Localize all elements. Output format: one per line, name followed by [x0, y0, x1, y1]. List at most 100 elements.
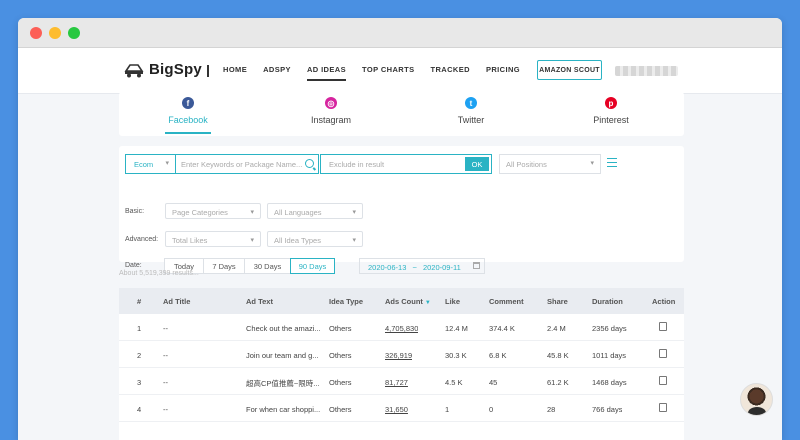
cell-like: 1	[445, 405, 450, 414]
page-categories-select[interactable]: Page Categories ▾	[165, 203, 261, 219]
languages-select[interactable]: All Languages ▾	[267, 203, 363, 219]
amazon-scout-button[interactable]: AMAZON SCOUT	[537, 60, 602, 80]
instagram-icon: ◎	[325, 97, 337, 109]
search-icon[interactable]	[305, 159, 314, 168]
cell-like: 4.5 K	[445, 378, 463, 387]
cell-like: 30.3 K	[445, 351, 467, 360]
cell-like: 12.4 M	[445, 324, 468, 333]
tab-pinterest[interactable]: p Pinterest	[566, 97, 656, 125]
positions-select-value: All Positions	[506, 160, 547, 169]
tab-label: Pinterest	[593, 115, 629, 125]
list-view-icon[interactable]	[607, 158, 617, 167]
advanced-label: Advanced:	[125, 236, 159, 243]
total-likes-select[interactable]: Total Likes ▾	[165, 231, 261, 247]
logo-text: BigSpy	[149, 61, 202, 78]
cell-type: Others	[329, 324, 352, 333]
copy-icon[interactable]	[657, 349, 667, 363]
exclude-placeholder: Exclude in result	[329, 160, 385, 169]
maximize-window-button[interactable]	[68, 27, 80, 39]
ecom-select-value: Ecom	[134, 160, 154, 169]
table-row: 2 -- Join our team and g... Others 326,919 30…	[119, 341, 684, 368]
user-menu[interactable]	[615, 66, 678, 76]
minimize-window-button[interactable]	[49, 27, 61, 39]
exclude-input[interactable]: Exclude in result OK	[320, 154, 492, 174]
tab-label: Facebook	[168, 115, 208, 125]
sort-desc-icon[interactable]: ▼	[425, 300, 431, 306]
nav-divider	[207, 65, 209, 77]
cell-comment: 45	[489, 378, 498, 387]
results-count: About 5,519,399 results...	[119, 270, 199, 277]
chevron-down-icon: ▾	[165, 160, 169, 167]
cell-text: Check out the amazi...	[246, 324, 321, 333]
nav-link-ad-ideas[interactable]: AD IDEAS	[306, 65, 347, 81]
column-header-idea-type: Idea Type	[329, 297, 364, 306]
positions-select[interactable]: All Positions ▾	[499, 154, 601, 174]
date-separator: ~	[412, 263, 417, 272]
cell-count[interactable]: 31,650	[385, 405, 408, 414]
cell-count[interactable]: 81,727	[385, 378, 408, 387]
table-header: # Ad Title Ad Text Idea Type Ads Count ▼ Like C…	[119, 288, 684, 314]
cell-count[interactable]: 326,919	[385, 351, 412, 360]
cell-text: Join our team and g...	[246, 351, 319, 360]
pinterest-icon: p	[605, 97, 617, 109]
cell-share: 61.2 K	[547, 378, 569, 387]
close-window-button[interactable]	[30, 27, 42, 39]
table-row: 1 -- Check out the amazi... Others 4,705,830…	[119, 314, 684, 341]
ecom-select[interactable]: Ecom ▾	[125, 154, 175, 174]
copy-icon[interactable]	[657, 322, 667, 336]
nav-links: HOME ADSPY AD IDEAS TOP CHARTS TRACKED PRICIN…	[223, 65, 536, 81]
cell-comment: 6.8 K	[489, 351, 507, 360]
date-end: 2020-09-11	[422, 263, 461, 272]
top-nav: BigSpy HOME ADSPY AD IDEAS TOP CHARTS TRACKE…	[18, 48, 782, 94]
nav-link-top-charts[interactable]: TOP CHARTS	[362, 65, 414, 74]
cell-title: --	[163, 405, 168, 414]
date-tab-30-days[interactable]: 30 Days	[244, 258, 291, 274]
cell-n: 2	[137, 351, 142, 360]
cell-share: 2.4 M	[547, 324, 566, 333]
cell-duration: 766 days	[592, 405, 623, 414]
nav-link-tracked[interactable]: TRACKED	[430, 65, 469, 74]
keyword-search-input[interactable]: Enter Keywords or Package Name...	[175, 154, 319, 174]
cell-duration: 1011 days	[592, 351, 627, 360]
date-tab-7-days[interactable]: 7 Days	[203, 258, 245, 274]
tab-label: Instagram	[310, 115, 352, 125]
idea-types-select[interactable]: All Idea Types ▾	[267, 231, 363, 247]
cell-n: 3	[137, 378, 142, 387]
column-header-action: Action	[652, 297, 676, 306]
date-tab-90-days[interactable]: 90 Days	[290, 258, 335, 274]
basic-label: Basic:	[125, 208, 145, 215]
cell-count[interactable]: 4,705,830	[385, 324, 418, 333]
column-header-ads-count[interactable]: Ads Count ▼	[385, 297, 431, 306]
column-header-share: Share	[547, 297, 568, 306]
browser-window: BigSpy HOME ADSPY AD IDEAS TOP CHARTS TRACKE…	[18, 18, 782, 440]
copy-icon[interactable]	[657, 403, 667, 417]
nav-link-adspy[interactable]: ADSPY	[263, 65, 291, 74]
platform-tabs: f Facebook ◎ Instagram t Twitter p Pinterest	[119, 92, 684, 136]
column-header-like: Like	[445, 297, 461, 306]
date-start: 2020-06-13	[368, 263, 407, 272]
support-avatar[interactable]	[740, 383, 773, 416]
cell-title: --	[163, 324, 168, 333]
date-range-picker[interactable]: 2020-06-13 ~ 2020-09-11	[359, 258, 485, 274]
tab-label: Twitter	[457, 115, 485, 125]
cell-text: 超高CP值推薦~限時...	[246, 379, 320, 388]
tab-facebook[interactable]: f Facebook	[143, 97, 233, 134]
cell-share: 45.8 K	[547, 351, 569, 360]
chevron-down-icon: ▾	[250, 209, 254, 216]
keyword-placeholder: Enter Keywords or Package Name...	[181, 160, 303, 169]
nav-link-pricing[interactable]: PRICING	[486, 65, 520, 74]
nav-link-home[interactable]: HOME	[223, 65, 247, 74]
page-categories-value: Page Categories	[172, 208, 228, 217]
ok-button[interactable]: OK	[465, 157, 489, 171]
copy-icon[interactable]	[657, 376, 667, 390]
table-row: 3 -- 超高CP值推薦~限時... Others 81,727 4.5 K 45 61.2 …	[119, 368, 684, 395]
cell-share: 28	[547, 405, 556, 414]
tab-twitter[interactable]: t Twitter	[426, 97, 516, 125]
facebook-icon: f	[182, 97, 194, 109]
filter-panel: Ecom ▾ Enter Keywords or Package Name...…	[119, 146, 684, 274]
cell-comment: 0	[489, 405, 494, 414]
bigspy-logo[interactable]: BigSpy	[124, 61, 202, 78]
column-header-duration: Duration	[592, 297, 623, 306]
chevron-down-icon: ▾	[352, 209, 356, 216]
tab-instagram[interactable]: ◎ Instagram	[286, 97, 376, 125]
